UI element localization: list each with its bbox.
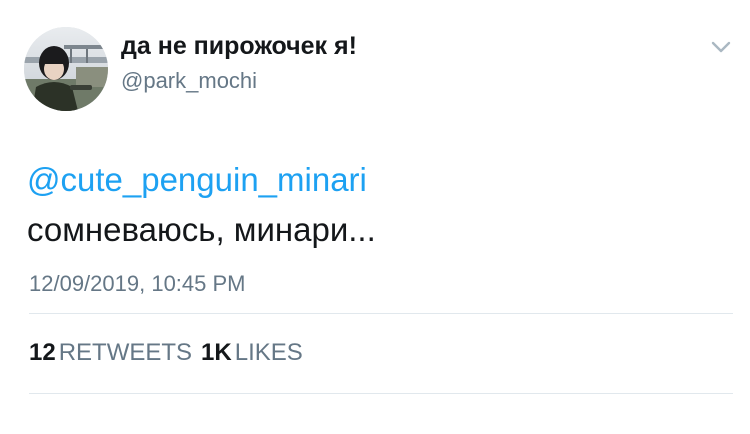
user-photo-avatar-icon <box>24 27 108 111</box>
likes-stat[interactable]: 1K LIKES <box>201 339 312 366</box>
divider <box>29 393 733 394</box>
avatar[interactable] <box>24 27 108 111</box>
retweets-label: RETWEETS <box>58 339 193 366</box>
likes-count: 1K <box>201 339 232 366</box>
user-handle[interactable]: @park_mochi <box>121 68 257 94</box>
mention-link[interactable]: @cute_penguin_minari <box>27 161 367 199</box>
tweet-timestamp[interactable]: 12/09/2019, 10:45 PM <box>29 271 246 297</box>
chevron-down-icon <box>711 41 731 53</box>
divider <box>29 313 733 314</box>
display-name[interactable]: да не пирожочек я! <box>121 32 357 61</box>
tweet-menu-button[interactable] <box>704 33 738 59</box>
tweet-text: сомневаюсь, минари... <box>27 211 376 248</box>
tweet-stats: 12 RETWEETS 1K LIKES <box>29 339 312 367</box>
likes-label: LIKES <box>234 339 303 366</box>
retweets-count: 12 <box>29 339 56 366</box>
retweets-stat[interactable]: 12 RETWEETS <box>29 339 201 366</box>
tweet-card: да не пирожочек я! @park_mochi @cute_pen… <box>0 0 750 434</box>
